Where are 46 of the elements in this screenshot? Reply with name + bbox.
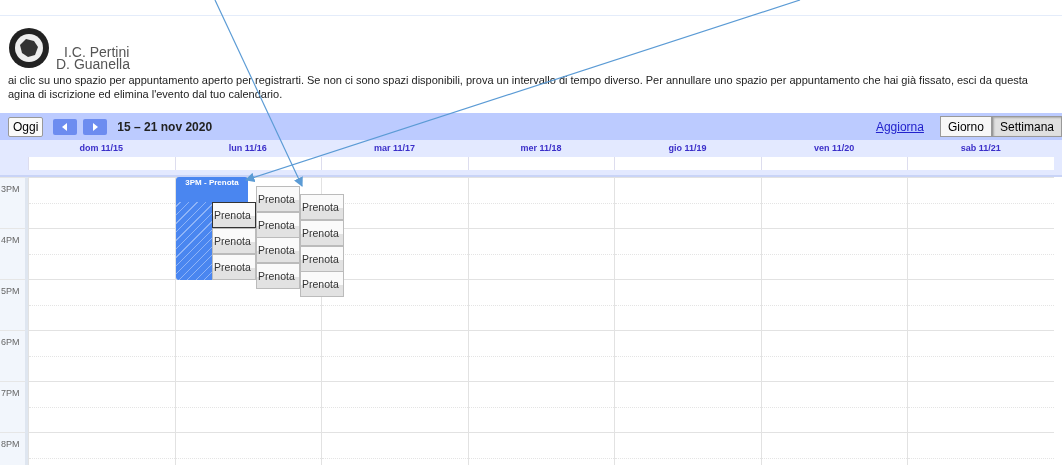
book-slot-button[interactable]: Prenota [300,194,344,220]
day-heading: lun 11/16 [227,142,268,155]
book-slot-button[interactable]: Prenota [256,186,300,212]
book-slot-button[interactable]: Prenota [212,228,256,254]
hour-label: 8PM [0,439,20,449]
all-day-cell[interactable] [614,157,761,170]
previous-button[interactable] [53,118,78,135]
day-heading: ven 11/20 [813,142,856,155]
day-heading: sab 11/21 [959,142,1002,155]
view-tab[interactable]: Settimana [991,116,1062,137]
next-button[interactable] [83,118,108,135]
book-slot-button[interactable]: Prenota [300,246,344,272]
book-slot-button[interactable]: Prenota [212,202,256,228]
hour-label: 5PM [0,286,20,296]
school-name: D. Guanella [55,58,130,70]
school-name: I.C. Pertini [64,46,130,58]
refresh-link[interactable]: Aggiorna [875,119,924,134]
hour-label: 4PM [0,235,20,245]
book-slot-button[interactable]: Prenota [256,212,300,238]
right-triangle-icon [92,122,99,131]
today-button[interactable]: Oggi [8,116,44,137]
book-slot-button[interactable]: Prenota [300,220,344,246]
day-heading: dom 11/15 [78,142,125,155]
day-heading: mer 11/18 [519,142,563,155]
book-slot-button[interactable]: Prenota [300,271,344,297]
all-day-cell[interactable] [760,157,908,170]
hour-label: 3PM [0,184,20,194]
day-heading: mar 11/17 [372,142,416,155]
all-day-cell[interactable] [28,157,175,170]
day-heading: gio 11/19 [667,142,708,155]
hour-label: 6PM [0,337,20,347]
book-slot-button[interactable]: Prenota [212,254,256,280]
all-day-cell[interactable] [321,157,468,170]
appointment-title[interactable]: 3PM - Prenota [176,177,248,202]
appointment-block[interactable] [176,202,212,280]
view-tab[interactable]: Giorno [939,116,992,137]
all-day-cell[interactable] [907,157,1054,170]
book-slot-button[interactable]: Prenota [256,263,300,289]
all-day-cell[interactable] [467,157,615,170]
all-day-cell[interactable] [174,157,322,170]
instruction-text: ai clic su uno spazio per appuntamento aperto per registrarti. Se non ci sono spazi disponibili, prova un intervallo di tempo diverso. Per annullare uno spazio per appuntamento che hai già fissato, esci da questa [8,73,1029,87]
left-triangle-icon [62,122,69,131]
school-logo-icon [8,27,50,69]
hour-label: 7PM [0,388,20,398]
book-slot-button[interactable]: Prenota [256,237,300,263]
date-range: 15 – 21 nov 2020 [117,119,213,134]
